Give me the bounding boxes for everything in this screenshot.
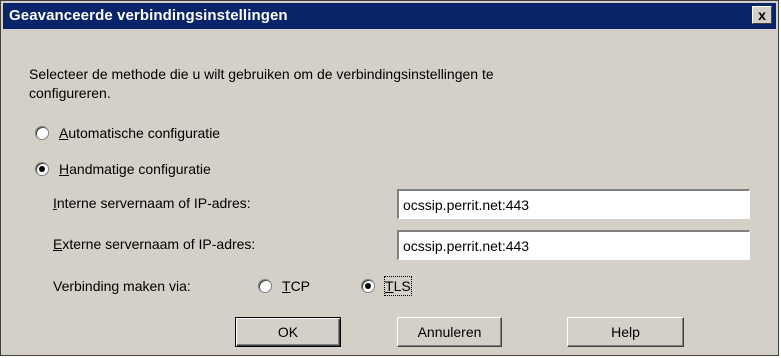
manual-config-label-rest: andmatige configuratie [69,161,211,177]
manual-config-radio[interactable] [35,162,49,176]
close-icon: x [758,7,766,23]
manual-config-accesskey: H [59,161,70,177]
auto-config-label-rest: utomatische configuratie [68,125,221,141]
instruction-text-line2: configureren. [29,85,111,101]
auto-config-radio[interactable] [35,126,49,140]
instruction-text-line1: Selecteer de methode die u wilt gebruike… [29,66,494,82]
internal-server-input[interactable] [397,189,750,219]
tcp-label-rest: CP [290,278,311,294]
external-server-label-rest: xterne servernaam of IP-adres: [62,236,256,252]
internal-server-label-rest: nterne servernaam of IP-adres: [56,195,251,211]
internal-server-label: Interne servernaam of IP-adres: [53,194,251,212]
tls-label[interactable]: TLS [384,276,412,296]
external-server-label: Externe servernaam of IP-adres: [53,235,255,253]
tcp-radio[interactable] [258,279,272,293]
advanced-connection-dialog: Geavanceerde verbindingsinstellingen x S… [0,0,779,356]
cancel-button[interactable]: Annuleren [397,317,502,347]
auto-config-label[interactable]: Automatische configuratie [59,124,220,142]
tls-accesskey: T [385,278,394,294]
tls-radio[interactable] [361,279,375,293]
tcp-label[interactable]: TCP [282,277,310,295]
title-bar: Geavanceerde verbindingsinstellingen x [3,3,776,29]
external-server-input[interactable] [397,230,750,260]
auto-config-accesskey: A [59,125,69,141]
ok-button[interactable]: OK [235,317,341,347]
connection-via-label: Verbinding maken via: [53,278,191,294]
manual-config-label[interactable]: Handmatige configuratie [59,160,211,178]
close-button[interactable]: x [752,6,772,24]
tcp-accesskey: T [282,278,291,294]
help-button[interactable]: Help [567,317,684,347]
window-title: Geavanceerde verbindingsinstellingen [9,7,288,24]
external-server-accesskey: E [53,236,63,252]
tls-label-rest: LS [393,278,411,294]
